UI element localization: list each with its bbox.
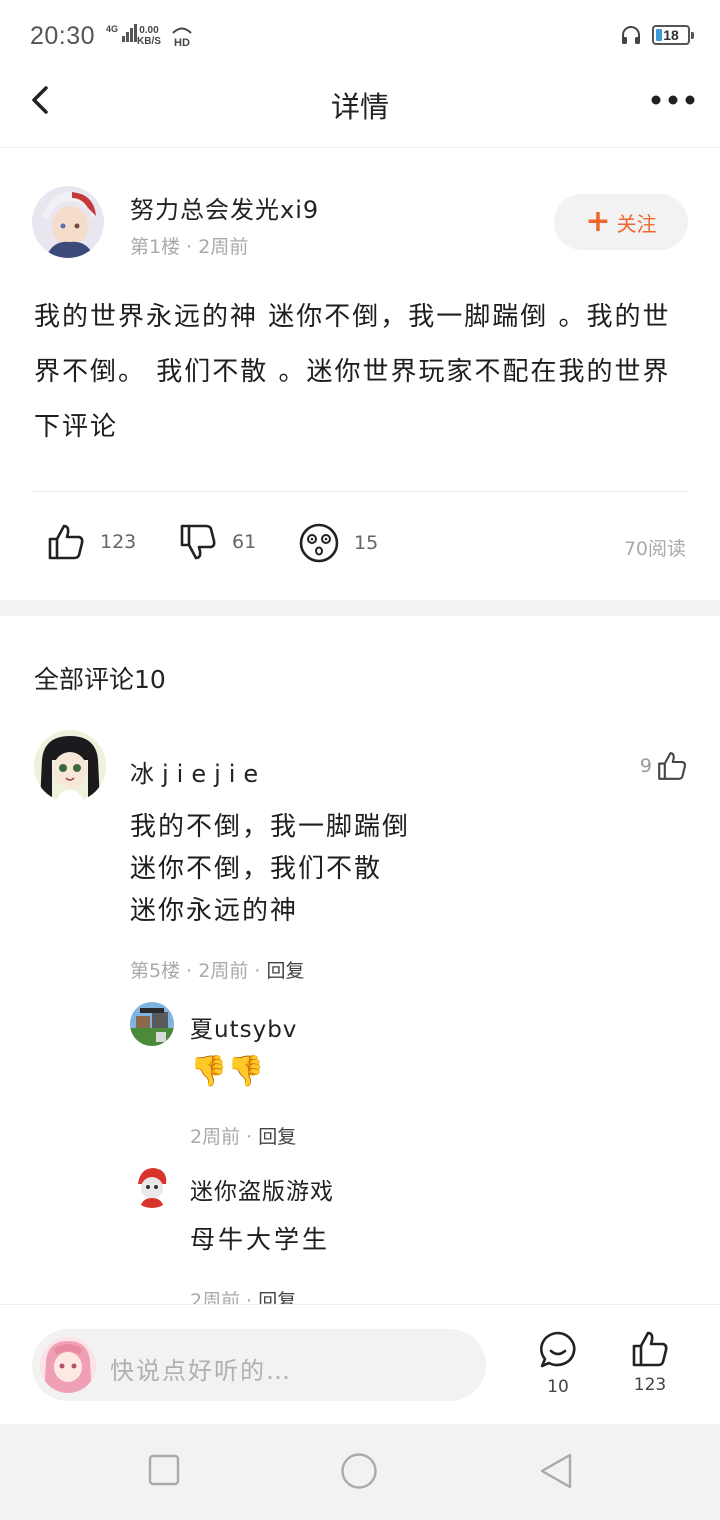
network-speed: 0.00 KB/S — [137, 25, 161, 47]
status-right: 18 — [620, 24, 694, 46]
comment-line: 迷你不倒，我们不散 — [130, 854, 383, 884]
battery-level: 18 — [663, 27, 679, 43]
reply-button[interactable]: 回复 — [258, 1126, 296, 1148]
headphone-icon — [622, 26, 640, 44]
post-floor: 第1楼 — [130, 236, 181, 258]
battery-tip — [691, 32, 694, 39]
surprised-count: 15 — [354, 532, 379, 554]
follow-button[interactable]: + 关注 — [554, 194, 688, 250]
comment-count-button[interactable]: 10 — [528, 1329, 588, 1397]
recent-apps-icon[interactable] — [148, 1454, 180, 1486]
network-type: 4G — [106, 24, 119, 34]
nav-bar: 详情 — [0, 72, 720, 148]
reply-emoji: 👎👎 — [190, 1054, 265, 1089]
post-body: 我的世界永远的神 迷你不倒，我一脚踹倒 。我的世界不倒。 我们不散 。迷你世界玩… — [34, 302, 671, 442]
system-nav-bar — [0, 1424, 720, 1520]
replier-avatar[interactable] — [130, 1164, 174, 1208]
post-time: 2周前 — [198, 236, 249, 258]
replier-avatar-image — [130, 1002, 174, 1046]
thumbs-up-icon — [658, 752, 686, 780]
comment-text: 我的不倒，我一脚踹倒 迷你不倒，我们不散 迷你永远的神 — [130, 806, 410, 932]
comment-placeholder: 快说点好听的… — [110, 1357, 292, 1385]
reply-button[interactable]: 回复 — [266, 960, 304, 982]
comment-input[interactable]: 快说点好听的… — [32, 1329, 486, 1401]
like-count: 123 — [633, 1375, 667, 1395]
author-avatar[interactable] — [32, 186, 104, 258]
meta-dot: · — [246, 1126, 259, 1148]
home-icon[interactable] — [340, 1452, 378, 1490]
replier-avatar-image — [130, 1164, 174, 1208]
thumbs-down-icon — [180, 524, 216, 560]
reply-meta: 2周前 · 回复 — [190, 1122, 296, 1149]
replier-name[interactable]: 迷你盗版游戏 — [190, 1172, 334, 1206]
meta-dot: · — [254, 960, 267, 982]
dislike-count: 61 — [232, 531, 257, 553]
like-action[interactable]: 123 — [46, 522, 136, 562]
thumbs-up-icon — [48, 524, 84, 560]
replier-avatar[interactable] — [130, 1002, 174, 1046]
my-avatar — [40, 1337, 96, 1393]
signal-icon — [122, 24, 138, 42]
reply-text: 母牛大学生 — [190, 1225, 331, 1254]
thumbs-up-icon — [632, 1331, 668, 1367]
more-dots-icon[interactable] — [650, 90, 696, 110]
speed-value: 0.00 — [139, 25, 159, 36]
bottom-like-button[interactable]: 123 — [620, 1329, 680, 1395]
comment-line: 我的不倒，我一脚踹倒 — [130, 812, 411, 842]
network-indicator: 4G — [106, 24, 138, 44]
author-avatar-image — [32, 186, 104, 258]
meta-dot: · — [186, 960, 199, 982]
surprised-action[interactable]: 15 — [298, 522, 378, 564]
comment-like-button[interactable]: 9 — [640, 750, 688, 782]
section-gap — [0, 600, 720, 616]
comment-like-count: 9 — [639, 755, 652, 777]
back-triangle-icon[interactable] — [538, 1452, 574, 1490]
view-count: 70阅读 — [623, 538, 686, 560]
follow-label: 关注 — [616, 211, 657, 236]
hd-indicator: HD — [170, 24, 194, 52]
surprised-face-icon — [299, 523, 339, 563]
commenter-avatar[interactable] — [34, 730, 106, 802]
commenter-name[interactable]: 冰jiejie — [130, 754, 266, 789]
comments-title: 全部评论10 — [34, 665, 166, 694]
bottom-bar: 快说点好听的… 10 123 — [0, 1304, 720, 1424]
replier-name[interactable]: 夏utsybv — [190, 1010, 297, 1044]
status-bar: 20:30 4G 0.00 KB/S HD 18 — [0, 0, 720, 72]
divider — [32, 491, 688, 492]
commenter-avatar-image — [34, 730, 106, 802]
my-avatar-image — [40, 1337, 96, 1393]
page-title: 详情 — [330, 90, 389, 124]
battery-icon: 18 — [652, 25, 694, 45]
hd-icon: HD — [172, 27, 192, 49]
status-time: 20:30 — [30, 22, 96, 50]
dislike-action[interactable]: 61 — [178, 522, 256, 562]
post-actions: 123 61 15 70阅读 — [0, 522, 720, 572]
comment-line: 迷你永远的神 — [130, 896, 299, 926]
plus-icon: + — [585, 204, 611, 239]
author-name[interactable]: 努力总会发光xi9 — [130, 190, 319, 225]
comment-time: 2周前 — [198, 960, 249, 982]
comment-bubble-icon — [540, 1331, 576, 1368]
comment-floor: 第5楼 — [130, 960, 181, 982]
meta-dot: · — [186, 236, 199, 258]
like-count: 123 — [100, 531, 137, 553]
hd-label: HD — [174, 37, 190, 48]
speed-unit: KB/S — [137, 36, 161, 47]
post-author: 努力总会发光xi9 第1楼 · 2周前 + 关注 — [32, 186, 688, 262]
post-meta: 第1楼 · 2周前 — [130, 232, 248, 259]
comment-count: 10 — [547, 1377, 569, 1397]
reply-time: 2周前 — [190, 1126, 241, 1148]
comment-meta: 第5楼 · 2周前 · 回复 — [130, 956, 304, 983]
